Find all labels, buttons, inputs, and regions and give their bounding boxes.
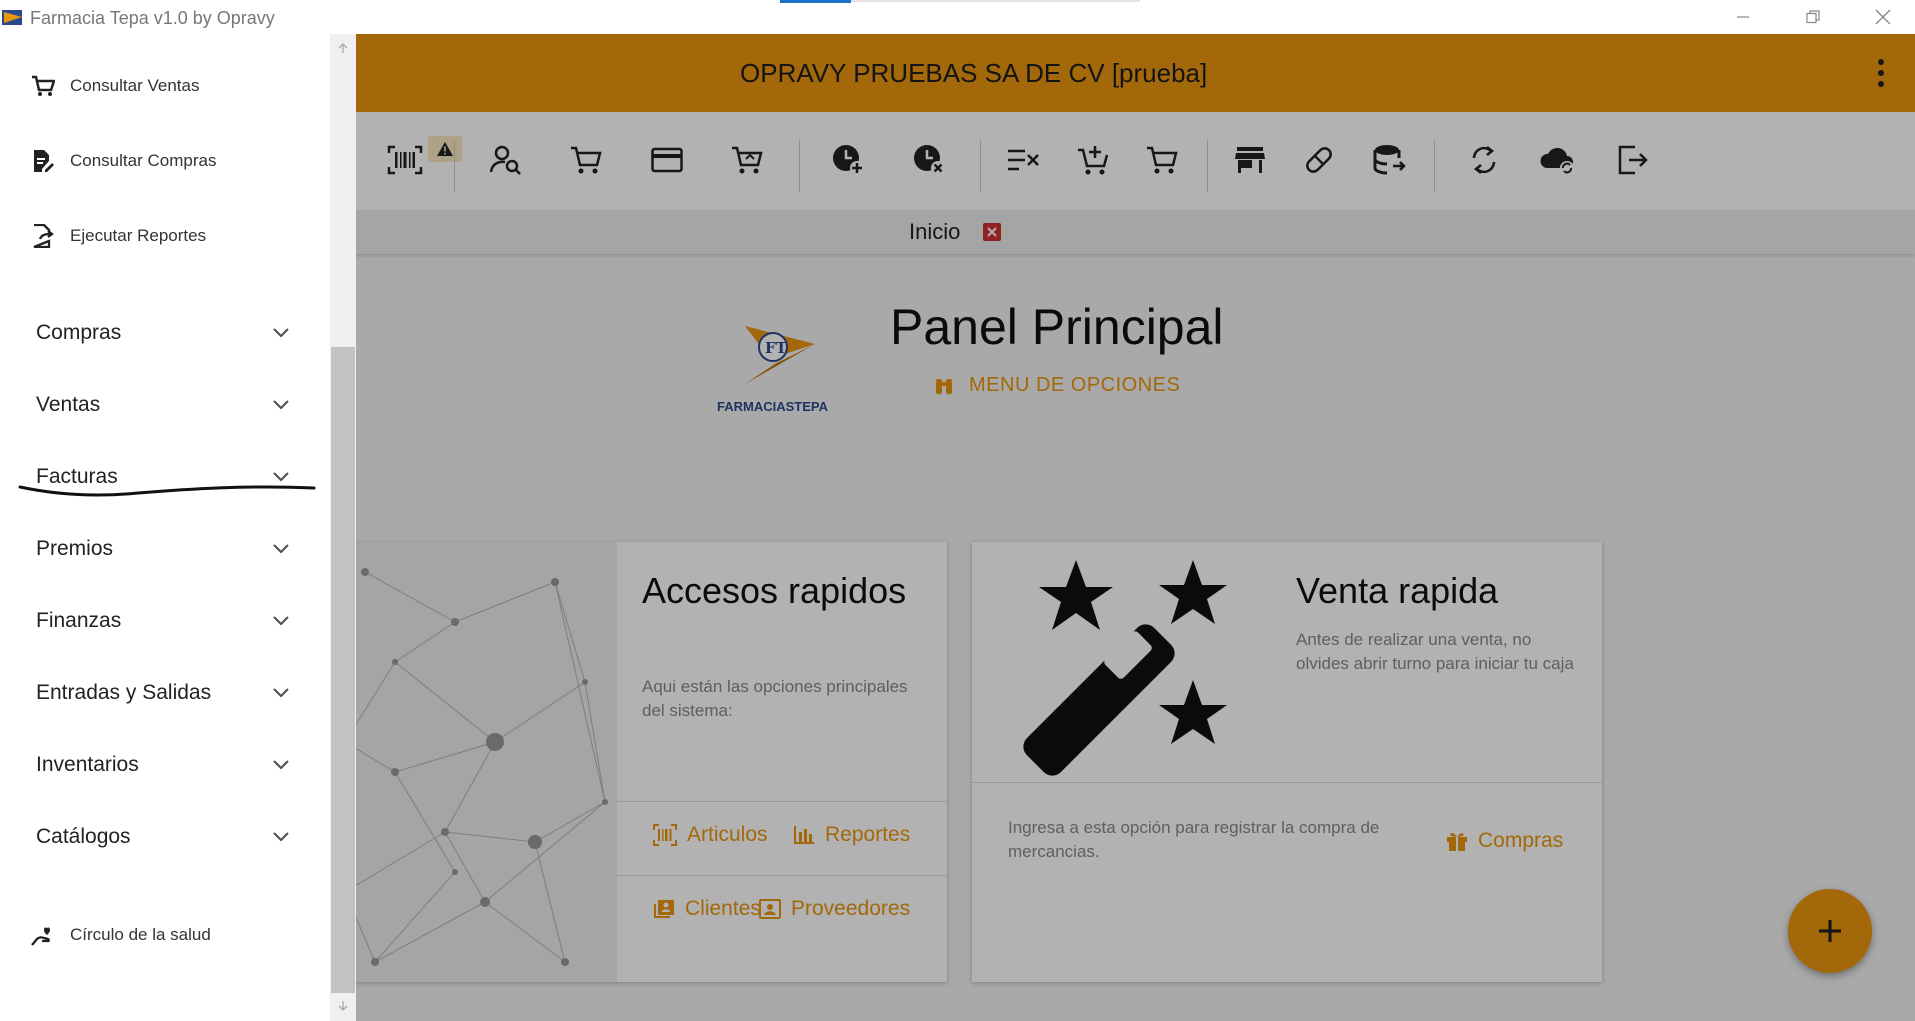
drawer-group-label: Finanzas bbox=[36, 609, 122, 632]
drawer-item-circulo-salud[interactable]: Círculo de la salud bbox=[30, 915, 211, 955]
scroll-up-button[interactable] bbox=[331, 36, 355, 60]
chevron-down-icon bbox=[273, 544, 289, 554]
drawer-item-label: Círculo de la salud bbox=[70, 925, 211, 944]
scroll-down-button[interactable] bbox=[331, 994, 355, 1018]
drawer-group-label: Compras bbox=[36, 321, 122, 344]
drawer-group-compras[interactable]: Compras bbox=[36, 313, 290, 353]
drawer-scrollbar-thumb[interactable] bbox=[331, 347, 355, 993]
drawer-group-premios[interactable]: Premios bbox=[36, 529, 290, 569]
handwritten-underline-annotation bbox=[18, 485, 316, 497]
restore-icon bbox=[1806, 10, 1820, 24]
window-tab-indicator bbox=[780, 0, 1140, 3]
hand-heart-icon bbox=[31, 927, 51, 946]
drawer-item-ejecutar-reportes[interactable]: Ejecutar Reportes bbox=[30, 216, 206, 256]
drawer-group-ventas[interactable]: Ventas bbox=[36, 385, 290, 425]
close-window-button[interactable] bbox=[1855, 0, 1911, 34]
drawer-group-finanzas[interactable]: Finanzas bbox=[36, 601, 290, 641]
close-icon bbox=[1875, 9, 1891, 25]
drawer-group-label: Inventarios bbox=[36, 753, 139, 776]
drawer-item-label: Consultar Compras bbox=[70, 151, 217, 170]
document-edit-icon bbox=[34, 150, 54, 172]
drawer-group-label: Ventas bbox=[36, 393, 101, 416]
drawer-group-inventarios[interactable]: Inventarios bbox=[36, 745, 290, 785]
window-title: Farmacia Tepa v1.0 by Opravy bbox=[30, 8, 275, 28]
chevron-down-icon bbox=[273, 616, 289, 626]
drawer-item-consultar-ventas[interactable]: Consultar Ventas bbox=[30, 66, 199, 106]
minimize-button[interactable] bbox=[1715, 0, 1771, 34]
arrow-down-icon bbox=[338, 1001, 348, 1011]
file-export-icon bbox=[33, 224, 54, 248]
drawer-item-label: Consultar Ventas bbox=[70, 76, 200, 95]
drawer-group-label: Premios bbox=[36, 537, 114, 560]
drawer-group-catalogos[interactable]: Catálogos bbox=[36, 817, 290, 857]
app-logo-icon bbox=[2, 10, 22, 25]
cart-icon bbox=[32, 75, 55, 96]
drawer-item-consultar-compras[interactable]: Consultar Compras bbox=[30, 141, 216, 181]
drawer-item-label: Ejecutar Reportes bbox=[70, 226, 207, 245]
chevron-down-icon bbox=[273, 328, 289, 338]
drawer-group-label: Entradas y Salidas bbox=[36, 681, 212, 704]
minimize-icon bbox=[1737, 16, 1749, 18]
restore-button[interactable] bbox=[1785, 0, 1841, 34]
chevron-down-icon bbox=[273, 832, 289, 842]
drawer-group-label: Catálogos bbox=[36, 825, 131, 848]
chevron-down-icon bbox=[273, 400, 289, 410]
arrow-up-icon bbox=[338, 43, 348, 53]
chevron-down-icon bbox=[273, 688, 289, 698]
window-titlebar: Farmacia Tepa v1.0 by Opravy bbox=[0, 0, 1915, 34]
chevron-down-icon bbox=[273, 760, 289, 770]
navigation-drawer: Consultar Ventas Consultar Compras Ejecu… bbox=[0, 34, 356, 1021]
drawer-group-entradas-salidas[interactable]: Entradas y Salidas bbox=[36, 673, 290, 713]
